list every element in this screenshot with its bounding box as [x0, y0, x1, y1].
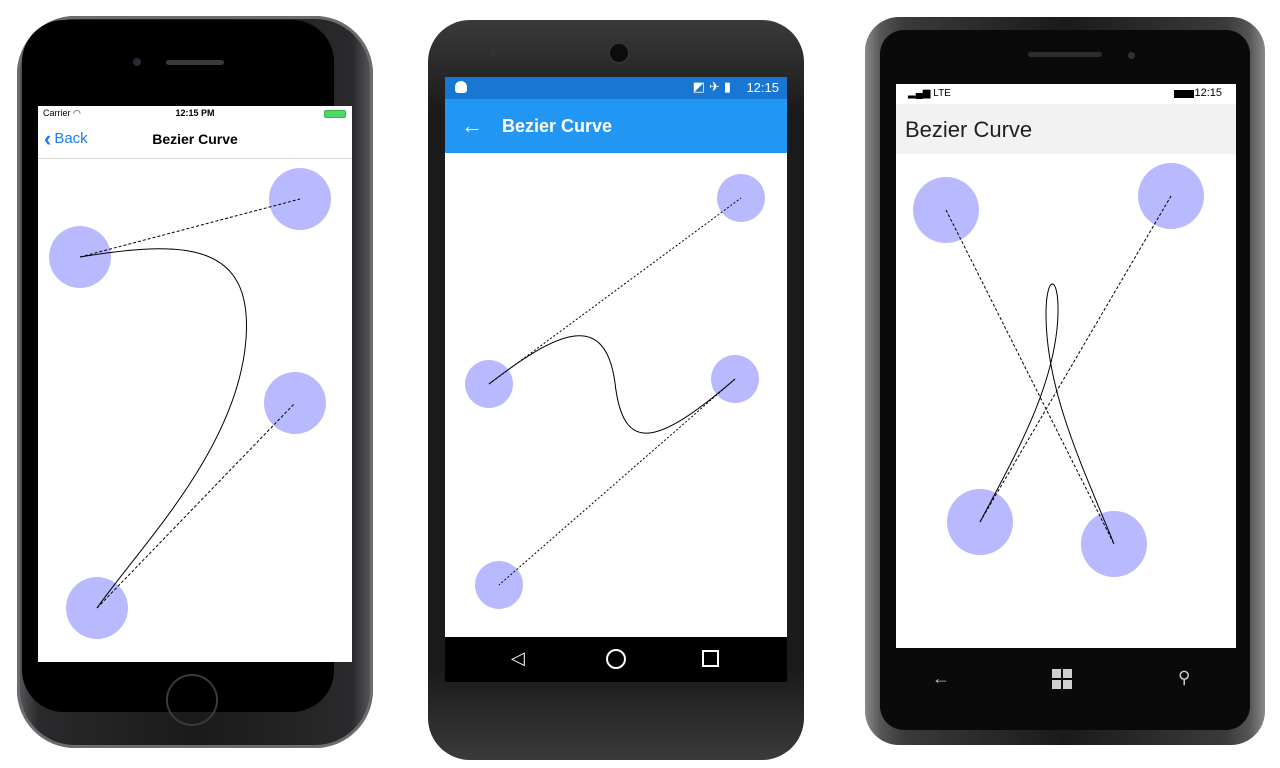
ios-status-bar: Carrier ◠ 12:15 PM — [38, 106, 352, 122]
winphone-camera — [1128, 52, 1135, 59]
android-robot-icon — [455, 81, 467, 93]
ios-navigation-bar: ‹ Back Bezier Curve — [38, 122, 352, 159]
nav-recents-icon[interactable] — [702, 650, 719, 667]
winphone-signal: ▂▄▆ LTE — [908, 88, 951, 99]
android-screen: ◩✈▮ 12:15 ← Bezier Curve ◁ — [445, 77, 787, 682]
bezier-curve — [79, 248, 247, 609]
winphone-header: Bezier Curve — [896, 104, 1236, 154]
iphone-speaker — [166, 60, 224, 65]
windows-logo-icon[interactable] — [1052, 669, 1072, 689]
winphone-status-time: 12:15 — [1194, 87, 1222, 99]
status-icons: ◩✈▮ — [692, 79, 735, 94]
iphone-home-button[interactable] — [166, 674, 218, 726]
arrow-left-icon[interactable]: ← — [461, 113, 483, 139]
page-title: Bezier Curve — [905, 117, 1033, 142]
android-app-bar: ← Bezier Curve — [445, 99, 787, 153]
nav-home-icon[interactable] — [606, 649, 626, 669]
signal-bars-icon: ▂▄▆ — [908, 88, 931, 99]
control-line-2 — [979, 195, 1172, 523]
bezier-canvas — [913, 163, 1204, 577]
nav-back-icon[interactable]: ◁ — [511, 648, 525, 669]
control-line-1 — [79, 198, 301, 258]
android-camera — [490, 50, 496, 56]
winphone-status-bar: ▂▄▆ LTE 12:15 — [896, 84, 1236, 104]
winphone-screen: ▂▄▆ LTE 12:15 Bezier Curve — [896, 84, 1236, 648]
control-line-1 — [488, 197, 742, 385]
ios-screen: Carrier ◠ 12:15 PM ‹ Back Bezier Curve — [38, 106, 352, 662]
android-status-time: 12:15 — [746, 80, 779, 95]
winphone-speaker — [1028, 52, 1102, 57]
android-speaker — [608, 42, 630, 64]
nav-back-icon[interactable]: ← — [932, 668, 950, 689]
battery-icon — [1174, 90, 1194, 98]
bezier-canvas — [465, 174, 765, 609]
search-icon[interactable]: ⚲ — [1178, 668, 1190, 688]
battery-icon — [324, 110, 346, 118]
android-status-bar: ◩✈▮ 12:15 — [445, 77, 787, 99]
iphone-camera — [133, 58, 141, 66]
android-navigation-bar: ◁ — [445, 637, 787, 682]
control-line-2 — [96, 402, 296, 609]
bezier-canvas — [49, 168, 331, 639]
ios-status-time: 12:15 PM — [175, 108, 215, 118]
page-title: Bezier Curve — [502, 116, 613, 136]
control-line-2 — [498, 378, 736, 586]
bezier-curve — [488, 335, 736, 434]
page-title: Bezier Curve — [152, 131, 238, 147]
